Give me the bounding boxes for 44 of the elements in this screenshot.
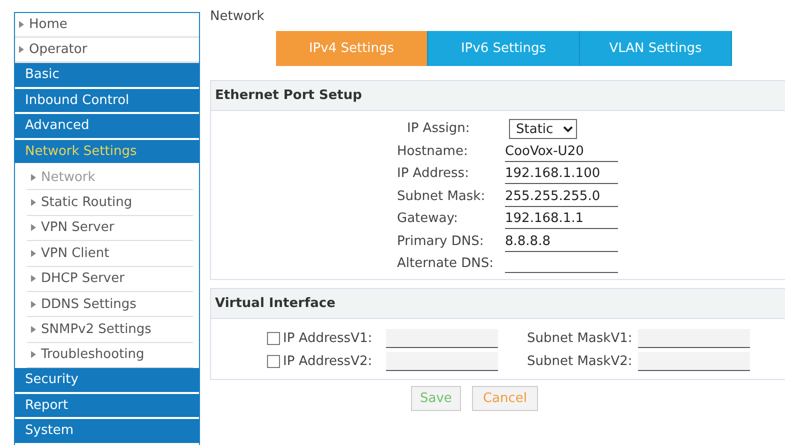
sidebar-item[interactable]: DHCP Server xyxy=(27,266,193,292)
ip-assign-dropdown[interactable]: Static xyxy=(509,119,577,139)
field-label: Primary DNS: xyxy=(397,232,485,250)
section-header: Ethernet Port Setup xyxy=(211,81,785,111)
field-label: Subnet MaskV2: xyxy=(526,354,634,369)
input-field[interactable]: CooVox-U20 xyxy=(505,142,618,162)
triangle-icon xyxy=(19,46,24,53)
field-label: Subnet MaskV1: xyxy=(526,331,634,346)
input-field[interactable] xyxy=(386,352,498,371)
triangle-icon xyxy=(19,21,24,28)
input-field[interactable]: 8.8.8.8 xyxy=(505,232,618,252)
sidebar-section[interactable]: System xyxy=(15,419,199,445)
field-label: IP AddressV2: xyxy=(282,354,374,369)
triangle-icon xyxy=(31,174,36,181)
sidebar-section[interactable]: Security xyxy=(15,368,199,394)
page-title: Network xyxy=(210,8,266,26)
field-label: IP AddressV1: xyxy=(282,331,374,346)
sidebar-section[interactable]: Report xyxy=(15,394,199,420)
checkbox[interactable] xyxy=(267,355,280,368)
sidebar-section[interactable]: Advanced xyxy=(15,114,199,140)
field-label: Alternate DNS: xyxy=(397,255,495,273)
sidebar-item[interactable]: Troubleshooting xyxy=(27,342,193,368)
input-field[interactable]: 192.168.1.1 xyxy=(505,210,618,229)
input-field[interactable]: 255.255.255.0 xyxy=(505,187,618,206)
triangle-icon xyxy=(31,199,36,206)
checkbox[interactable] xyxy=(267,332,280,345)
input-field[interactable]: 192.168.1.100 xyxy=(505,164,618,184)
input-field[interactable] xyxy=(638,352,750,371)
sidebar-section[interactable]: Basic xyxy=(15,63,199,88)
triangle-icon xyxy=(31,275,36,282)
field-label: Hostname: xyxy=(397,142,469,160)
field-label: IP Address: xyxy=(397,165,470,183)
field-label: Subnet Mask: xyxy=(397,188,486,206)
input-field[interactable] xyxy=(638,329,750,348)
field-label: IP Assign: xyxy=(406,120,471,138)
sidebar-section[interactable]: Inbound Control xyxy=(15,88,199,114)
triangle-icon xyxy=(31,224,36,232)
triangle-icon xyxy=(31,351,36,358)
triangle-icon xyxy=(31,250,36,257)
field-label: Gateway: xyxy=(397,210,459,228)
input-field[interactable] xyxy=(386,329,498,348)
section-header: Virtual Interface xyxy=(211,289,785,319)
triangle-icon xyxy=(31,300,36,308)
triangle-icon xyxy=(31,326,36,334)
